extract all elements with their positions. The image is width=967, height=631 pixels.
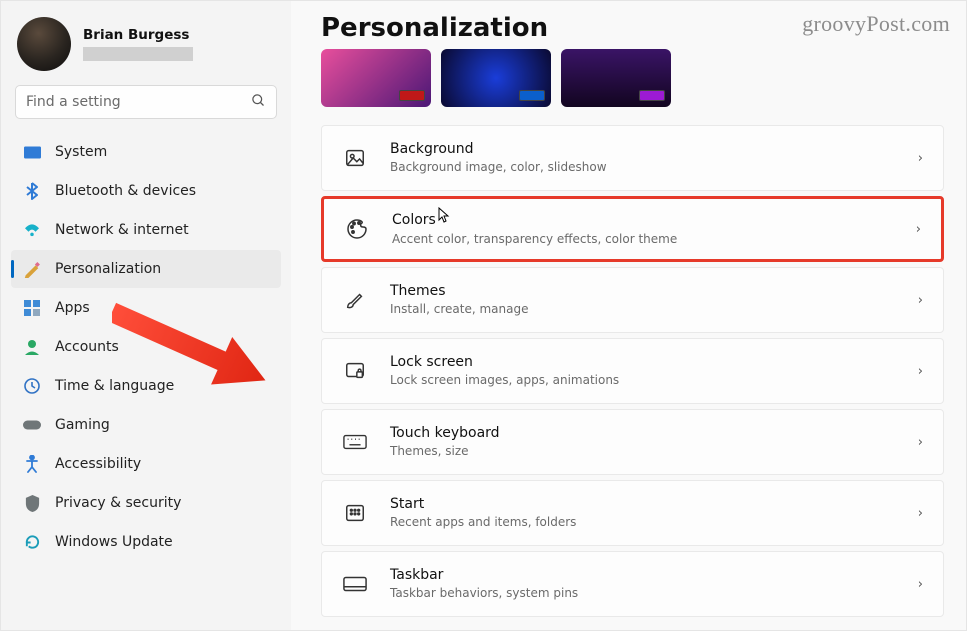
profile-block[interactable]: Brian Burgess	[7, 11, 285, 85]
cursor-icon	[438, 207, 450, 227]
card-sub: Recent apps and items, folders	[390, 515, 918, 530]
search-input[interactable]	[26, 94, 251, 110]
card-title: Background	[390, 141, 918, 159]
sidebar-item-gaming[interactable]: Gaming	[11, 406, 281, 444]
shield-icon	[23, 494, 41, 512]
sidebar: Brian Burgess System Bluetooth & devices	[1, 1, 291, 630]
page-title: Personalization	[321, 13, 944, 43]
chevron-right-icon: ›	[918, 577, 923, 592]
sidebar-item-label: Personalization	[55, 261, 161, 277]
card-title: Touch keyboard	[390, 425, 918, 443]
setting-background[interactable]: Background Background image, color, slid…	[321, 125, 944, 191]
setting-start[interactable]: Start Recent apps and items, folders ›	[321, 480, 944, 546]
card-title-text: Colors	[392, 212, 436, 230]
update-icon	[23, 533, 41, 551]
chevron-right-icon: ›	[918, 364, 923, 379]
chevron-right-icon: ›	[918, 151, 923, 166]
start-icon	[342, 500, 368, 526]
settings-window: Brian Burgess System Bluetooth & devices	[0, 0, 967, 631]
card-text: Start Recent apps and items, folders	[390, 496, 918, 530]
apps-icon	[23, 299, 41, 317]
sidebar-item-windows-update[interactable]: Windows Update	[11, 523, 281, 561]
card-sub: Install, create, manage	[390, 302, 918, 317]
chevron-right-icon: ›	[918, 293, 923, 308]
card-sub: Background image, color, slideshow	[390, 160, 918, 175]
setting-colors[interactable]: Colors Accent color, transparency effect…	[321, 196, 944, 262]
keyboard-icon	[342, 429, 368, 455]
main-content: groovyPost.com Personalization Backgroun…	[291, 1, 966, 630]
nav-list: System Bluetooth & devices Network & int…	[7, 133, 285, 561]
sidebar-item-label: Privacy & security	[55, 495, 181, 511]
card-sub: Themes, size	[390, 444, 918, 459]
theme-preview-1[interactable]	[321, 49, 431, 107]
personalization-icon	[23, 260, 41, 278]
palette-icon	[344, 216, 370, 242]
sidebar-item-label: Bluetooth & devices	[55, 183, 196, 199]
sidebar-item-label: System	[55, 144, 107, 160]
search-box[interactable]	[15, 85, 277, 119]
card-text: Touch keyboard Themes, size	[390, 425, 918, 459]
sidebar-item-label: Accessibility	[55, 456, 141, 472]
sidebar-item-label: Accounts	[55, 339, 119, 355]
chevron-right-icon: ›	[916, 222, 921, 237]
accounts-icon	[23, 338, 41, 356]
theme-accent-red	[399, 90, 425, 101]
card-text: Background Background image, color, slid…	[390, 141, 918, 175]
sidebar-item-label: Time & language	[55, 378, 174, 394]
theme-preview-3[interactable]	[561, 49, 671, 107]
profile-subtext-placeholder	[83, 47, 193, 61]
sidebar-item-accessibility[interactable]: Accessibility	[11, 445, 281, 483]
profile-name: Brian Burgess	[83, 27, 193, 43]
gaming-icon	[23, 416, 41, 434]
sidebar-item-apps[interactable]: Apps	[11, 289, 281, 327]
sidebar-item-label: Gaming	[55, 417, 110, 433]
accessibility-icon	[23, 455, 41, 473]
card-text: Taskbar Taskbar behaviors, system pins	[390, 567, 918, 601]
picture-icon	[342, 145, 368, 171]
card-text: Colors Accent color, transparency effect…	[392, 211, 916, 247]
theme-accent-purple	[639, 90, 665, 101]
sidebar-item-system[interactable]: System	[11, 133, 281, 171]
search-container	[15, 85, 277, 119]
sidebar-item-label: Windows Update	[55, 534, 173, 550]
taskbar-icon	[342, 571, 368, 597]
card-sub: Lock screen images, apps, animations	[390, 373, 918, 388]
card-sub: Taskbar behaviors, system pins	[390, 586, 918, 601]
card-sub: Accent color, transparency effects, colo…	[392, 232, 916, 247]
card-title: Themes	[390, 283, 918, 301]
sidebar-item-privacy[interactable]: Privacy & security	[11, 484, 281, 522]
card-title: Start	[390, 496, 918, 514]
setting-touch-keyboard[interactable]: Touch keyboard Themes, size ›	[321, 409, 944, 475]
time-icon	[23, 377, 41, 395]
sidebar-item-personalization[interactable]: Personalization	[11, 250, 281, 288]
network-icon	[23, 221, 41, 239]
setting-themes[interactable]: Themes Install, create, manage ›	[321, 267, 944, 333]
card-text: Themes Install, create, manage	[390, 283, 918, 317]
bluetooth-icon	[23, 182, 41, 200]
theme-preview-2[interactable]	[441, 49, 551, 107]
system-icon	[23, 143, 41, 161]
sidebar-item-bluetooth[interactable]: Bluetooth & devices	[11, 172, 281, 210]
card-title: Taskbar	[390, 567, 918, 585]
sidebar-item-network[interactable]: Network & internet	[11, 211, 281, 249]
sidebar-item-label: Apps	[55, 300, 90, 316]
chevron-right-icon: ›	[918, 435, 923, 450]
sidebar-item-accounts[interactable]: Accounts	[11, 328, 281, 366]
theme-accent-blue	[519, 90, 545, 101]
theme-preview-row	[321, 49, 944, 107]
setting-lock-screen[interactable]: Lock screen Lock screen images, apps, an…	[321, 338, 944, 404]
card-title: Colors	[392, 211, 916, 231]
chevron-right-icon: ›	[918, 506, 923, 521]
lock-screen-icon	[342, 358, 368, 384]
card-text: Lock screen Lock screen images, apps, an…	[390, 354, 918, 388]
sidebar-item-label: Network & internet	[55, 222, 189, 238]
card-title: Lock screen	[390, 354, 918, 372]
avatar	[17, 17, 71, 71]
sidebar-item-time-language[interactable]: Time & language	[11, 367, 281, 405]
setting-taskbar[interactable]: Taskbar Taskbar behaviors, system pins ›	[321, 551, 944, 617]
profile-text: Brian Burgess	[83, 27, 193, 61]
brush-icon	[342, 287, 368, 313]
search-icon	[251, 93, 266, 112]
